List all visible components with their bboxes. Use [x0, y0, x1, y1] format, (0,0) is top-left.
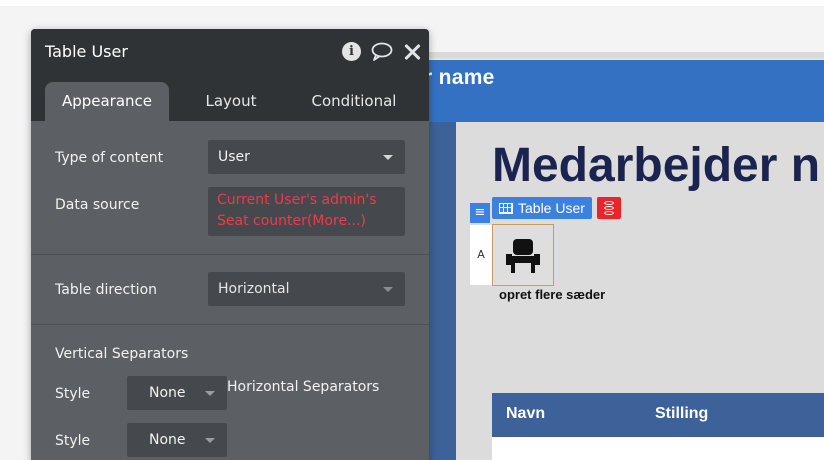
- header-name-text[interactable]: r name: [424, 66, 495, 90]
- horizontal-style-dropdown[interactable]: None: [127, 423, 227, 457]
- list-body[interactable]: [492, 437, 824, 460]
- vertical-style-dropdown[interactable]: None: [127, 376, 227, 410]
- tab-strip: Appearance Layout Conditional: [31, 75, 429, 121]
- panel-title-icons: i: [342, 42, 421, 61]
- chevron-down-icon: [205, 438, 215, 443]
- data-source-expression[interactable]: Current User's admin's Seat counter(More…: [208, 187, 405, 236]
- data-source-label: Data source: [55, 197, 140, 213]
- column-header-navn: Navn: [506, 405, 546, 422]
- seat-caption[interactable]: opret flere sæder: [499, 287, 605, 302]
- column-header-stilling: Stilling: [655, 405, 709, 422]
- tab-layout[interactable]: Layout: [181, 82, 281, 121]
- vertical-style-label: Style: [55, 386, 91, 402]
- seat-image[interactable]: [492, 224, 554, 286]
- page-side-strip: [428, 122, 456, 460]
- selected-element-tag[interactable]: Table User: [492, 197, 592, 219]
- horizontal-style-label: Style: [55, 433, 91, 449]
- type-of-content-dropdown[interactable]: User: [208, 140, 405, 174]
- table-direction-dropdown[interactable]: Horizontal: [208, 272, 405, 306]
- database-icon: [604, 201, 614, 215]
- horizontal-style-value: None: [149, 432, 186, 448]
- panel-title: Table User: [45, 42, 128, 61]
- horizontal-separators-label: Horizontal Separators: [227, 379, 380, 395]
- tab-appearance[interactable]: Appearance: [45, 82, 169, 121]
- comment-icon[interactable]: [371, 42, 393, 61]
- type-of-content-value: User: [218, 149, 250, 165]
- table-grid-icon: [499, 202, 513, 214]
- chevron-down-icon: [383, 287, 393, 292]
- panel-title-bar[interactable]: Table User i: [31, 29, 429, 75]
- property-editor-panel[interactable]: Table User i Appearance Layout Condition…: [31, 29, 429, 460]
- section-divider: [31, 254, 429, 255]
- close-icon[interactable]: [403, 43, 421, 61]
- page-heading[interactable]: Medarbejder n: [492, 138, 820, 193]
- vertical-separators-label: Vertical Separators: [55, 346, 189, 362]
- chevron-down-icon: [383, 155, 393, 160]
- info-icon[interactable]: i: [342, 42, 361, 61]
- section-divider: [31, 324, 429, 325]
- table-row-label: A: [470, 225, 492, 285]
- chevron-down-icon: [205, 391, 215, 396]
- list-header[interactable]: Navn Stilling: [492, 393, 824, 437]
- vertical-style-value: None: [149, 385, 186, 401]
- data-source-badge[interactable]: [597, 197, 621, 219]
- selected-element-label: Table User: [518, 200, 585, 216]
- table-direction-label: Table direction: [55, 282, 158, 298]
- type-of-content-label: Type of content: [55, 150, 164, 166]
- table-direction-value: Horizontal: [218, 281, 290, 297]
- seat-icon: [506, 239, 540, 273]
- element-menu-icon[interactable]: ≡: [470, 203, 490, 223]
- tab-conditional[interactable]: Conditional: [299, 82, 409, 121]
